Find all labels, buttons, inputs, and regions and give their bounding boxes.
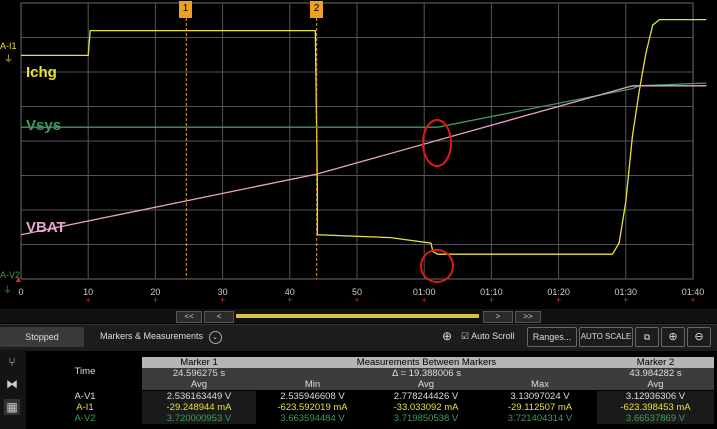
marker2-header: Marker 2 — [597, 357, 714, 368]
row-av2-m1: 3.720000953 V — [142, 413, 256, 424]
row-av2-avg: 3.719850538 V — [393, 413, 459, 424]
marker1-time: 24.596275 s — [142, 368, 256, 379]
auto-scroll-label: Auto Scroll — [471, 331, 515, 341]
x-tick-plus-marker: + — [555, 295, 562, 305]
row-ai1-avg: -33.033092 mA — [393, 402, 459, 413]
row-av2-max: 3.721404314 V — [507, 413, 573, 424]
grid-view-icon[interactable]: ▦ — [4, 399, 20, 415]
marker-2-flag[interactable]: 2 — [310, 1, 323, 18]
marker-2-flag-label: 2 — [313, 3, 320, 14]
auto-scroll-toggle[interactable]: ☑ Auto Scroll — [461, 331, 515, 342]
signal-label-ichg: Ichg — [26, 64, 57, 81]
row-ai1-max: -29.112507 mA — [507, 402, 573, 413]
auto-scroll-checkbox[interactable]: ☑ — [461, 331, 469, 341]
col-avg-marker2: Avg — [597, 379, 714, 390]
row-av1-max: 3.13097024 V — [510, 391, 570, 402]
measurement-table: Time Marker 1 Measurements Between Marke… — [28, 355, 715, 427]
chevron-down-icon: ⌄ — [208, 331, 222, 344]
channel-label-i1: A-I1 — [0, 41, 17, 51]
add-marker-icon[interactable]: ⊕ — [442, 329, 452, 343]
x-tick-plus-marker: + — [354, 295, 360, 305]
row-av1-min: 2.535946608 V — [280, 391, 345, 402]
col-min: Min — [256, 379, 369, 390]
plot-grid — [20, 2, 694, 280]
x-tick-plus-marker: + — [690, 295, 696, 305]
marker2-time: 43.984282 s — [597, 368, 714, 379]
scroll-right-fast-button[interactable]: >> — [515, 311, 541, 323]
ranges-button[interactable]: Ranges... — [527, 327, 577, 347]
auto-scale-button-label: AUTO SCALE — [580, 332, 632, 341]
x-tick-label: 0 — [18, 287, 24, 297]
row-ai1-m1: -29.248944 mA — [142, 402, 256, 413]
x-tick-plus-marker: + — [152, 295, 159, 305]
between-markers-header: Measurements Between Markers — [256, 357, 597, 368]
status-stopped: Stopped — [0, 327, 84, 347]
status-stopped-label: Stopped — [25, 332, 59, 342]
time-label: Time — [74, 366, 96, 377]
markers-measurements-menu[interactable]: Markers & Measurements ⌄ — [100, 328, 222, 344]
waveform-plot[interactable] — [0, 0, 717, 300]
row-av2-m2: 3.66537869 V — [597, 413, 714, 424]
zoom-out-icon[interactable]: ⊖ — [687, 327, 711, 347]
row-av2-min: 3.663594484 V — [280, 413, 345, 424]
measure-icon[interactable]: ⧓ — [4, 376, 20, 392]
probe-icon[interactable]: ⑂ — [4, 354, 20, 370]
delta-time: Δ = 19.388006 s — [256, 368, 597, 379]
col-max: Max — [483, 379, 597, 390]
row-ai1-m2: -623.398453 mA — [597, 402, 714, 413]
auto-scale-button[interactable]: AUTO SCALE — [579, 327, 633, 347]
marker1-header: Marker 1 — [142, 357, 256, 368]
row-name-ai1: A-I1 — [76, 402, 94, 413]
zoom-box-icon[interactable]: ⧉ — [635, 327, 659, 347]
row-name-av2: A-V2 — [74, 413, 96, 424]
row-ai1-min: -623.592019 mA — [277, 402, 348, 413]
x-tick-plus-marker: + — [421, 295, 427, 305]
signal-label-vbat: VBAT — [26, 219, 66, 236]
x-tick-plus-marker: + — [287, 295, 293, 305]
x-tick-plus-marker: + — [219, 295, 226, 305]
scroll-left-fast-button[interactable]: << — [176, 311, 202, 323]
row-av1-avg: 2.778244426 V — [393, 391, 459, 402]
ranges-button-label: Ranges... — [532, 332, 572, 342]
x-tick-plus-marker: + — [488, 295, 495, 305]
signal-label-vsys: Vsys — [26, 117, 62, 134]
scroll-thumb[interactable] — [236, 314, 479, 318]
marker-1-flag[interactable]: 1 — [179, 1, 192, 18]
markers-measurements-label: Markers & Measurements — [100, 331, 204, 341]
marker-1-flag-label: 1 — [182, 3, 189, 14]
ground-marker-v2-icon: ▲ — [14, 274, 23, 284]
row-name-av1: A-V1 — [74, 391, 96, 402]
ground-icon-v2: ⏚ — [3, 285, 13, 295]
x-tick-plus-marker: + — [85, 295, 91, 305]
ground-icon-i1: ⏚ — [4, 54, 14, 64]
scroll-right-button[interactable]: > — [483, 311, 513, 323]
x-tick-plus-marker: + — [623, 295, 629, 305]
zoom-in-icon[interactable]: ⊕ — [661, 327, 685, 347]
row-av1-m2: 3.12936306 V — [597, 391, 714, 402]
col-avg: Avg — [369, 379, 483, 390]
col-avg-marker1: Avg — [142, 379, 256, 390]
scroll-left-button[interactable]: < — [204, 311, 234, 323]
row-av1-m1: 2.536163449 V — [142, 391, 256, 402]
